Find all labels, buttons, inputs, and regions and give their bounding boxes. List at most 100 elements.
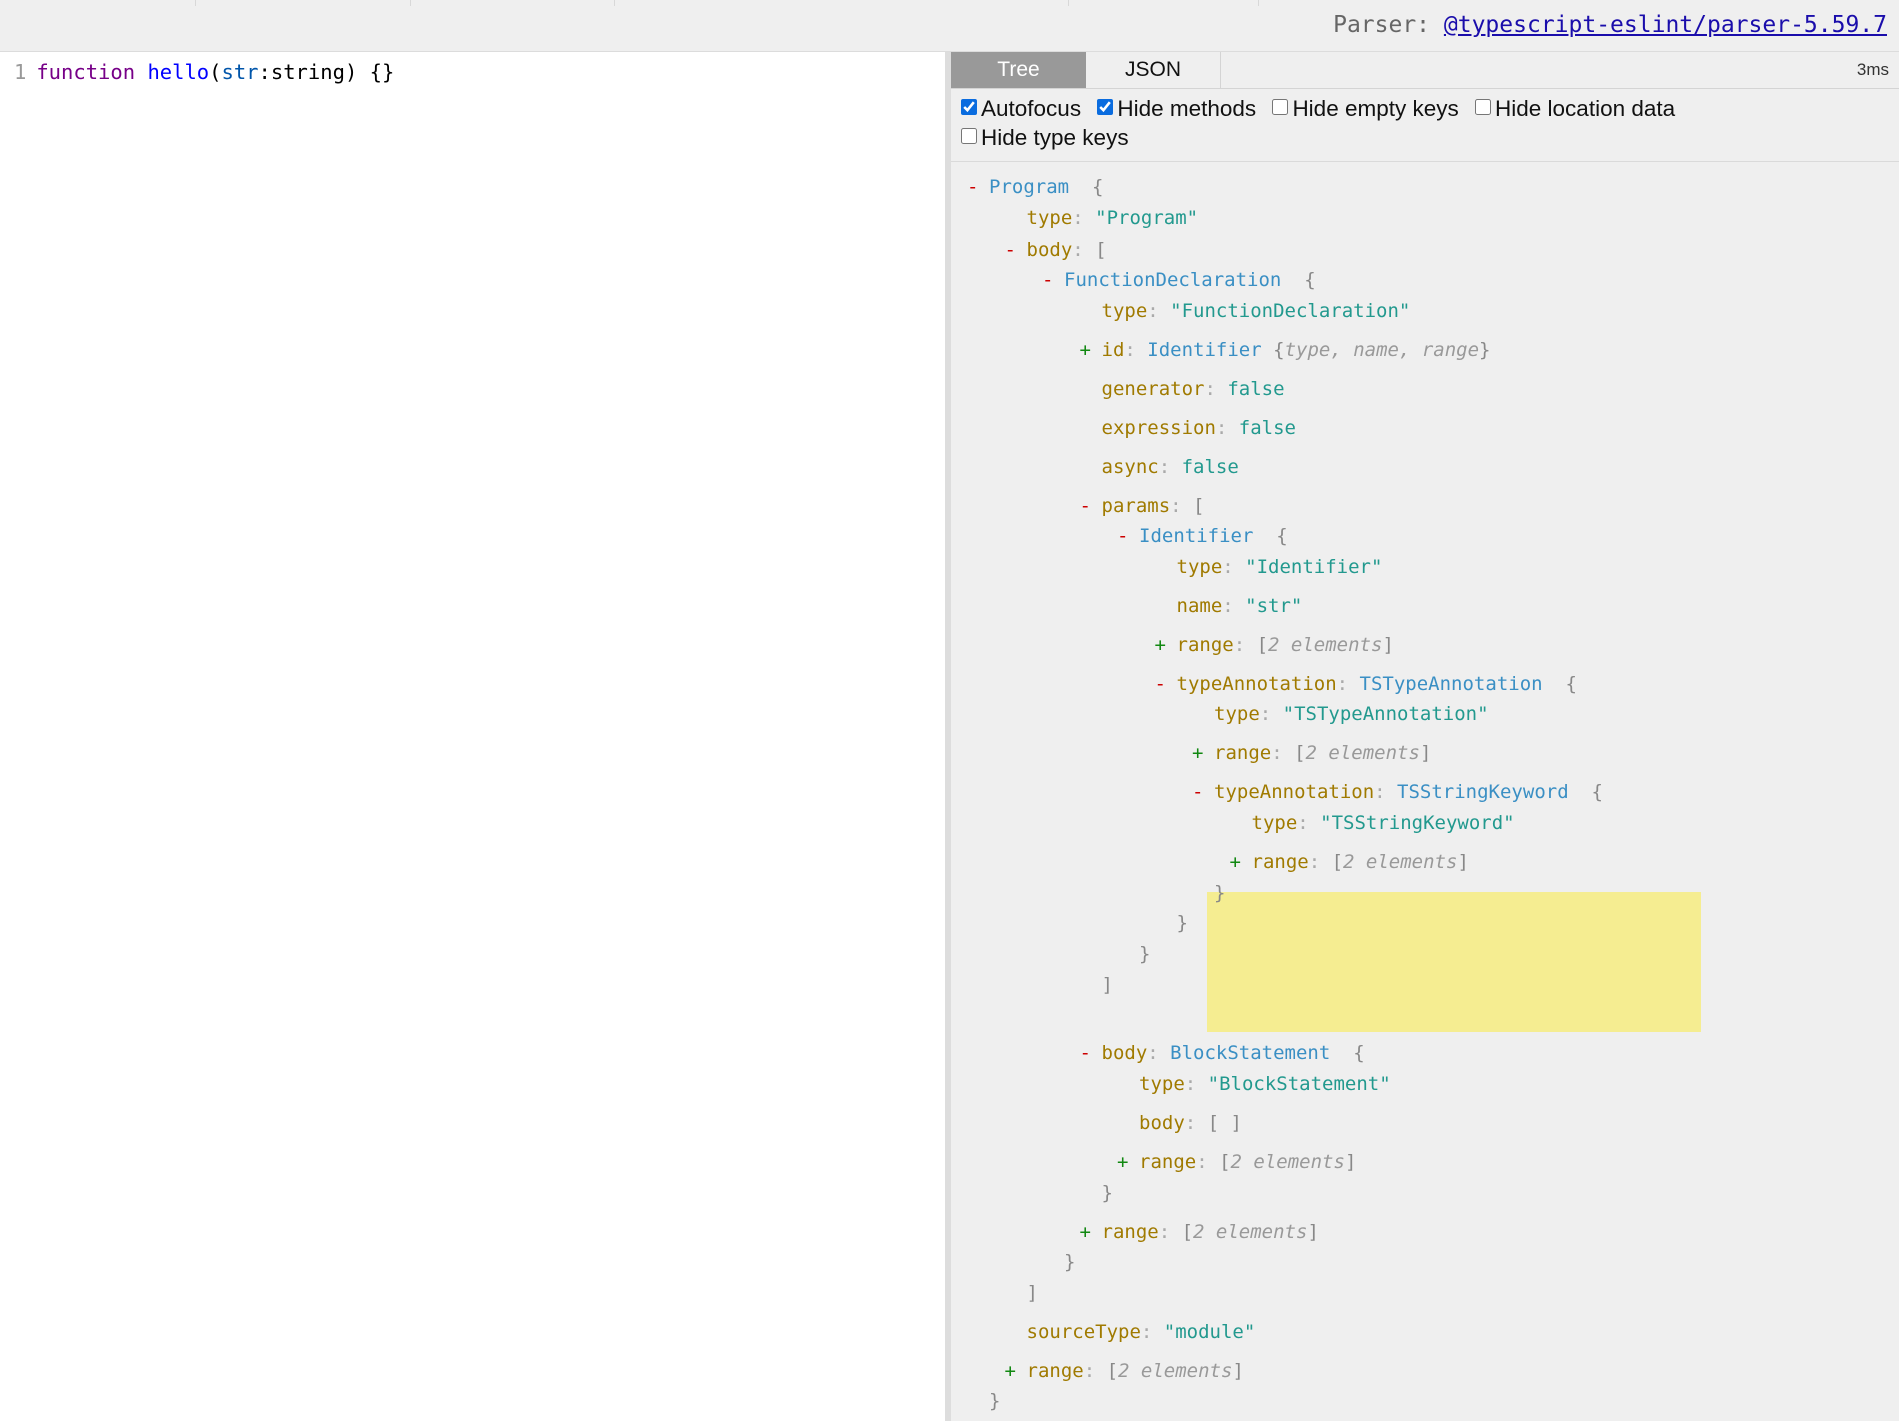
collapse-toggle-icon[interactable]: - — [1080, 1040, 1102, 1066]
tree-bracket: ] — [1101, 974, 1113, 996]
tree-row[interactable]: - params: [ — [1080, 493, 1205, 519]
tree-colon: : — [1308, 851, 1332, 873]
tree-bracket: { — [1304, 269, 1316, 291]
expand-toggle-icon[interactable]: + — [1080, 1219, 1102, 1245]
tree-bracket: { — [1273, 339, 1285, 361]
tree-row: type: "Identifier" — [1177, 554, 1383, 580]
option-label: Hide type keys — [981, 125, 1129, 150]
collapse-toggle-icon[interactable]: - — [1080, 493, 1102, 519]
expand-toggle-icon[interactable]: + — [1192, 740, 1214, 766]
tree-bracket: { — [1091, 176, 1104, 198]
code-line[interactable]: 1 function hello(str:string) {} — [14, 56, 394, 88]
top-bar: Parser: @typescript-eslint/parser-5.59.7 — [0, 0, 1899, 52]
tree-colon: : — [1271, 742, 1295, 764]
tree-key: range — [1026, 1360, 1084, 1382]
tree-row[interactable]: - body: BlockStatement { — [1080, 1040, 1365, 1066]
tree-colon: : — [1222, 595, 1246, 617]
tree-bracket: ] — [1307, 1221, 1319, 1243]
hide-location-data-checkbox[interactable] — [1475, 99, 1492, 115]
tree-row: type: "TSStringKeyword" — [1252, 810, 1515, 836]
expand-toggle-icon[interactable]: + — [1230, 849, 1252, 875]
tree-bracket: } — [1064, 1251, 1076, 1273]
tree-key: range — [1176, 634, 1234, 656]
tree-colon: : — [1222, 556, 1246, 578]
collapse-toggle-icon[interactable]: - — [1155, 671, 1177, 697]
expand-toggle-icon[interactable]: + — [1117, 1149, 1139, 1175]
option-autofocus[interactable]: Autofocus — [961, 94, 1081, 123]
expand-toggle-icon[interactable]: + — [1080, 337, 1102, 363]
option-hide-location-data[interactable]: Hide location data — [1475, 94, 1675, 123]
tree-row[interactable]: + range: [2 elements] — [1192, 740, 1431, 766]
hide-methods-checkbox[interactable] — [1097, 99, 1114, 115]
tree-row[interactable]: + range: [2 elements] — [1005, 1358, 1244, 1384]
tree-key: body — [1101, 1042, 1148, 1064]
tree-bracket: } — [1479, 339, 1491, 361]
tree-row[interactable]: - Identifier { — [1117, 523, 1288, 549]
tree-row: } — [1177, 910, 1188, 936]
tree-options: Autofocus Hide methods Hide empty keys H… — [961, 94, 1861, 152]
tree-bracket: { — [1276, 525, 1288, 547]
tree-bracket: { — [1565, 673, 1577, 695]
code-keyword: function — [36, 60, 136, 84]
code-editor[interactable]: 1 function hello(str:string) {} — [0, 52, 945, 1421]
tree-bracket: { — [1353, 1042, 1365, 1064]
tree-key: range — [1139, 1151, 1197, 1173]
selected-node-highlight — [1207, 892, 1701, 1032]
tree-row[interactable]: - FunctionDeclaration { — [1042, 267, 1316, 293]
tree-row: ] — [1027, 1280, 1038, 1306]
tree-value: false — [1181, 456, 1239, 478]
tree-colon: : — [1170, 495, 1194, 517]
tree-node-type: TSTypeAnnotation — [1359, 673, 1543, 695]
tree-bracket: [ — [1106, 1360, 1119, 1382]
output-panel: Tree JSON 3ms Autofocus Hide methods Hid… — [951, 52, 1899, 1421]
tree-value: false — [1227, 378, 1285, 400]
tree-summary: 2 elements — [1343, 851, 1458, 873]
tree-bracket: } — [1101, 1182, 1113, 1204]
tree-value: "module" — [1163, 1321, 1256, 1343]
tree-key: body — [1026, 239, 1073, 261]
collapse-toggle-icon[interactable]: - — [1192, 779, 1214, 805]
tree-key: type — [1139, 1073, 1185, 1095]
tree-row[interactable]: + range: [2 elements] — [1155, 632, 1394, 658]
tree-row: type: "BlockStatement" — [1139, 1071, 1391, 1097]
tree-row[interactable]: - Program { — [967, 174, 1103, 200]
expand-toggle-icon[interactable]: + — [1005, 1358, 1027, 1384]
tree-row[interactable]: + id: Identifier {type, name, range} — [1080, 337, 1491, 363]
option-hide-methods[interactable]: Hide methods — [1097, 94, 1256, 123]
tree-key: type — [1176, 556, 1223, 578]
tree-row: } — [989, 1388, 1000, 1414]
tree-row: type: "TSTypeAnnotation" — [1214, 701, 1489, 727]
tree-summary: 2 elements — [1193, 1221, 1308, 1243]
tree-bracket: [ — [1294, 742, 1306, 764]
tree-colon: : — [1374, 781, 1398, 803]
collapse-toggle-icon[interactable]: - — [967, 174, 989, 200]
tree-value: "Program" — [1095, 207, 1199, 229]
tree-key: name — [1176, 595, 1223, 617]
tree-key: range — [1101, 1221, 1159, 1243]
tree-colon: : — [1297, 812, 1321, 834]
collapse-toggle-icon[interactable]: - — [1117, 523, 1139, 549]
menu-separator — [410, 0, 411, 6]
option-hide-empty-keys[interactable]: Hide empty keys — [1272, 94, 1459, 123]
tab-json[interactable]: JSON — [1086, 52, 1221, 88]
tree-value: "TSTypeAnnotation" — [1282, 703, 1489, 725]
tree-row[interactable]: + range: [2 elements] — [1080, 1219, 1319, 1245]
collapse-toggle-icon[interactable]: - — [1005, 237, 1027, 263]
tab-tree[interactable]: Tree — [951, 52, 1086, 88]
parser-link[interactable]: @typescript-eslint/parser-5.59.7 — [1444, 12, 1887, 38]
hide-type-keys-checkbox[interactable] — [961, 128, 977, 144]
tree-row[interactable]: + range: [2 elements] — [1230, 849, 1469, 875]
autofocus-checkbox[interactable] — [961, 99, 977, 115]
option-hide-type-keys[interactable]: Hide type keys — [961, 123, 1129, 152]
tree-row: } — [1102, 1180, 1113, 1206]
tree-node-type: TSStringKeyword — [1397, 781, 1569, 803]
tree-row[interactable]: - body: [ — [1005, 237, 1107, 263]
expand-toggle-icon[interactable]: + — [1155, 632, 1177, 658]
collapse-toggle-icon[interactable]: - — [1042, 267, 1064, 293]
tree-row[interactable]: + range: [2 elements] — [1117, 1149, 1356, 1175]
hide-empty-keys-checkbox[interactable] — [1272, 99, 1289, 115]
tree-bracket: } — [1139, 943, 1151, 965]
tree-colon: : — [1158, 456, 1182, 478]
tree-row[interactable]: - typeAnnotation: TSTypeAnnotation { — [1155, 671, 1577, 697]
tree-row[interactable]: - typeAnnotation: TSStringKeyword { — [1192, 779, 1603, 805]
